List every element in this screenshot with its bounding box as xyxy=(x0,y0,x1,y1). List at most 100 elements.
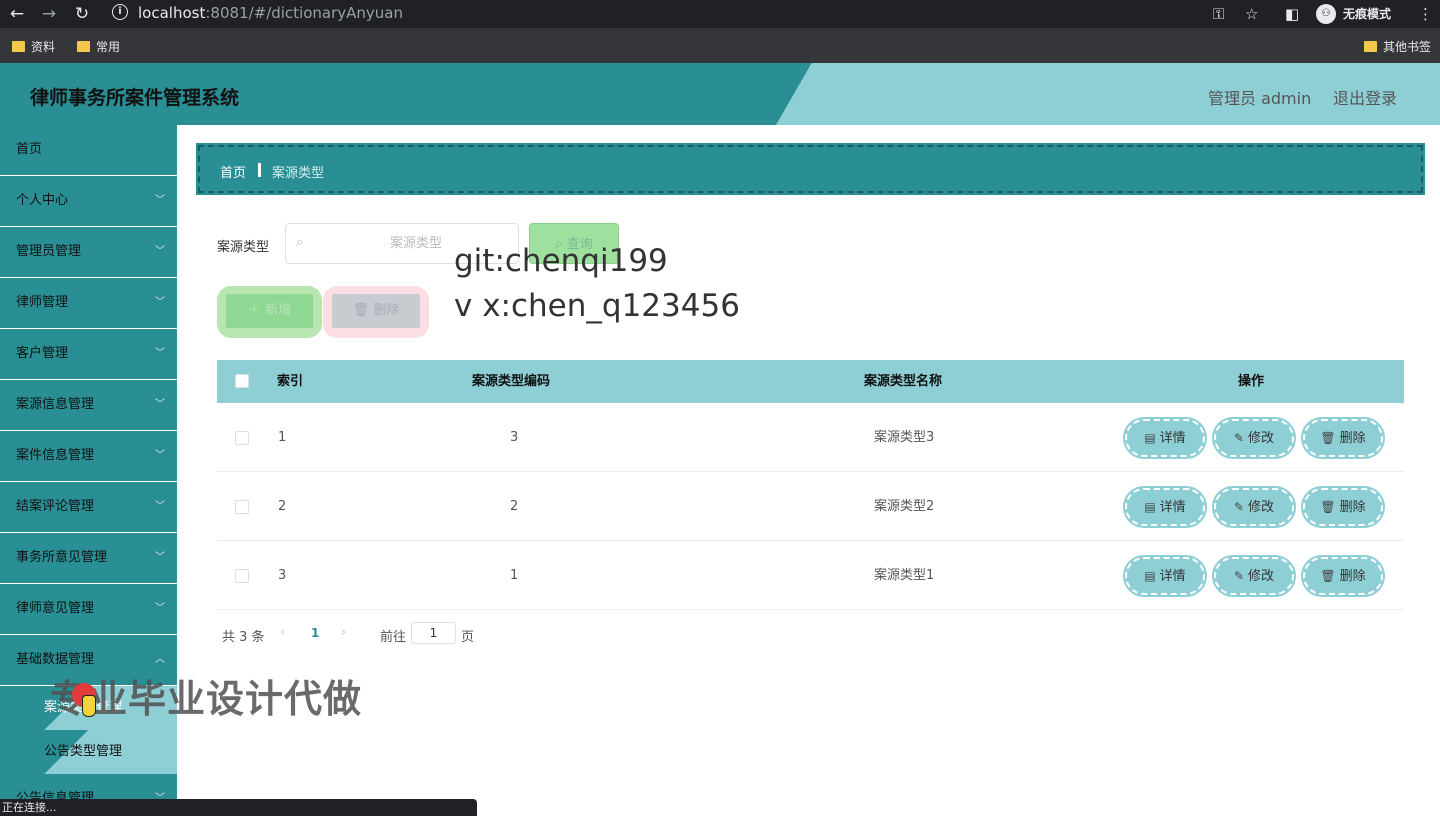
table-header: 索引 案源类型编码 案源类型名称 操作 xyxy=(217,360,1404,403)
cell-code: 1 xyxy=(510,568,519,583)
trash-icon: 🗑 xyxy=(1320,569,1336,583)
trash-icon: 🗑 xyxy=(1320,500,1336,514)
back-arrow-icon[interactable]: ← xyxy=(6,3,28,25)
star-icon[interactable]: ☆ xyxy=(1245,3,1258,25)
other-bookmarks[interactable]: 其他书签 xyxy=(1364,38,1431,55)
row-checkbox[interactable] xyxy=(235,500,249,514)
sidebar-item-case-source-mgmt[interactable]: 案源信息管理 ﹀ xyxy=(0,380,177,430)
sidebar-item-client-mgmt[interactable]: 客户管理 ﹀ xyxy=(0,329,177,379)
sidepanel-icon[interactable]: ◧ xyxy=(1285,3,1299,25)
site-info-icon[interactable]: i xyxy=(112,4,128,20)
trash-icon: 🗑 xyxy=(1320,431,1336,445)
chevron-down-icon: ﹀ xyxy=(155,246,165,257)
chevron-down-icon: ﹀ xyxy=(155,399,165,410)
watermark-pro: 专业毕业设计代做 xyxy=(50,677,363,721)
cell-index: 2 xyxy=(278,499,287,514)
edit-pencil-icon: ✎ xyxy=(1233,431,1245,445)
edit-label: 修改 xyxy=(1248,569,1275,584)
sidebar-item-lawyer-opinion-mgmt[interactable]: 律师意见管理 ﹀ xyxy=(0,584,177,634)
cell-index: 3 xyxy=(278,568,287,583)
sidebar-subitem-notice-type[interactable]: 公告类型管理 xyxy=(0,730,177,774)
forward-arrow-icon[interactable]: → xyxy=(38,3,60,25)
detail-button[interactable]: ▤ 详情 xyxy=(1123,555,1207,597)
sidebar-item-case-info-mgmt[interactable]: 案件信息管理 ﹀ xyxy=(0,431,177,481)
incognito-label: 无痕模式 xyxy=(1343,7,1392,21)
bookmarks-bar: 资料 常用 其他书签 xyxy=(0,28,1440,63)
select-all-checkbox[interactable] xyxy=(235,374,249,388)
reload-icon[interactable]: ↻ xyxy=(71,3,93,25)
watermark-vx: v x:chen_q123456 xyxy=(454,288,740,324)
col-header-name: 案源类型名称 xyxy=(864,374,943,389)
logout-link[interactable]: 退出登录 xyxy=(1333,85,1397,109)
document-icon: ▤ xyxy=(1144,500,1156,514)
bookmark-folder-changyong[interactable]: 常用 xyxy=(77,38,120,55)
edit-button[interactable]: ✎ 修改 xyxy=(1212,486,1296,528)
edit-button[interactable]: ✎ 修改 xyxy=(1212,555,1296,597)
detail-label: 详情 xyxy=(1159,569,1186,584)
detail-label: 详情 xyxy=(1159,431,1186,446)
sidebar-item-firm-opinion-mgmt[interactable]: 事务所意见管理 ﹀ xyxy=(0,533,177,583)
add-button-label: 新增 xyxy=(265,303,292,318)
sidebar-item-label: 基础数据管理 xyxy=(16,652,95,667)
address-bar[interactable]: localhost:8081/#/dictionaryAnyuan xyxy=(138,4,403,22)
sidebar-item-home[interactable]: 首页 xyxy=(0,125,177,175)
delete-label: 删除 xyxy=(1339,500,1366,515)
row-checkbox[interactable] xyxy=(235,569,249,583)
chevron-right-icon[interactable]: › xyxy=(341,625,346,640)
pagination-total: 共 3 条 xyxy=(222,630,265,645)
edit-button[interactable]: ✎ 修改 xyxy=(1212,417,1296,459)
add-button[interactable]: ＋ 新增 xyxy=(217,286,322,338)
col-header-actions: 操作 xyxy=(1238,374,1265,389)
sidebar-item-label: 结案评论管理 xyxy=(16,499,95,514)
cell-code: 3 xyxy=(510,430,519,445)
bookmark-folder-ziliao[interactable]: 资料 xyxy=(12,38,55,55)
hand-cursor-icon xyxy=(82,695,96,717)
page-jump-input[interactable]: 1 xyxy=(411,622,456,644)
cell-name: 案源类型3 xyxy=(874,430,935,445)
table-row: 1 3 案源类型3 ▤ 详情 ✎ 修改 🗑 删除 xyxy=(217,403,1404,472)
delete-button[interactable]: 🗑 删除 xyxy=(1301,417,1385,459)
search-label: 案源类型 xyxy=(217,240,270,255)
sidebar-item-lawyer-mgmt[interactable]: 律师管理 ﹀ xyxy=(0,278,177,328)
document-icon: ▤ xyxy=(1144,431,1156,445)
app-title: 律师事务所案件管理系统 xyxy=(30,87,240,109)
menu-kebab-icon[interactable]: ⋮ xyxy=(1418,3,1433,25)
breadcrumb: 首页 案源类型 xyxy=(196,143,1425,195)
batch-delete-label: 删除 xyxy=(373,303,400,318)
sidebar-item-label: 管理员管理 xyxy=(16,244,82,259)
delete-label: 删除 xyxy=(1339,569,1366,584)
table-row: 2 2 案源类型2 ▤ 详情 ✎ 修改 🗑 删除 xyxy=(217,472,1404,541)
sidebar-item-personal-center[interactable]: 个人中心 ﹀ xyxy=(0,176,177,226)
bookmark-label: 常用 xyxy=(96,40,121,54)
delete-button[interactable]: 🗑 删除 xyxy=(1301,555,1385,597)
chevron-down-icon: ﹀ xyxy=(155,552,165,563)
sidebar-item-label: 律师意见管理 xyxy=(16,601,95,616)
chevron-down-icon: ﹀ xyxy=(155,450,165,461)
detail-button[interactable]: ▤ 详情 xyxy=(1123,486,1207,528)
col-header-index: 索引 xyxy=(277,374,304,389)
col-header-code: 案源类型编码 xyxy=(472,374,551,389)
sidebar-item-admin-mgmt[interactable]: 管理员管理 ﹀ xyxy=(0,227,177,277)
cell-index: 1 xyxy=(278,430,287,445)
search-icon: ⌕ xyxy=(296,235,304,250)
incognito-icon[interactable]: ⚇ xyxy=(1316,4,1336,24)
delete-button[interactable]: 🗑 删除 xyxy=(1301,486,1385,528)
app-header: 律师事务所案件管理系统 管理员 admin 退出登录 xyxy=(0,63,1440,125)
document-icon: ▤ xyxy=(1144,569,1156,583)
sidebar-item-label: 个人中心 xyxy=(16,193,69,208)
batch-delete-button[interactable]: 🗑 删除 xyxy=(323,286,429,338)
sidebar-item-closing-comment-mgmt[interactable]: 结案评论管理 ﹀ xyxy=(0,482,177,532)
chevron-left-icon[interactable]: ‹ xyxy=(280,625,285,640)
row-checkbox[interactable] xyxy=(235,431,249,445)
sidebar-item-label: 案源信息管理 xyxy=(16,397,95,412)
sidebar-subitem-label: 公告类型管理 xyxy=(44,744,123,759)
cell-name: 案源类型1 xyxy=(874,568,935,583)
sidebar-item-label: 事务所意见管理 xyxy=(16,550,108,565)
detail-button[interactable]: ▤ 详情 xyxy=(1123,417,1207,459)
page-number-current[interactable]: 1 xyxy=(311,626,319,640)
breadcrumb-home[interactable]: 首页 xyxy=(220,162,246,181)
sidebar-item-label: 案件信息管理 xyxy=(16,448,95,463)
key-icon[interactable]: ⚿ xyxy=(1213,3,1224,25)
data-table: 索引 案源类型编码 案源类型名称 操作 1 3 案源类型3 ▤ 详情 ✎ 修改 🗑 删… xyxy=(217,360,1404,610)
edit-pencil-icon: ✎ xyxy=(1233,569,1245,583)
